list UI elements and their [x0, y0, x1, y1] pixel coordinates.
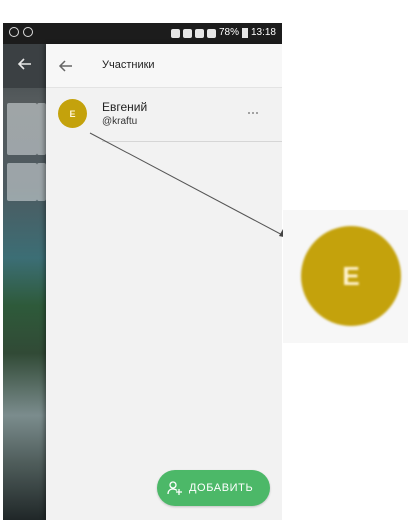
add-member-button[interactable]: ДОБАВИТЬ	[157, 470, 270, 506]
row-divider	[102, 141, 282, 142]
status-bar-left	[9, 27, 33, 37]
at-icon	[23, 27, 33, 37]
back-arrow-icon[interactable]	[56, 56, 76, 76]
background-card	[37, 163, 46, 201]
battery-icon	[241, 28, 248, 38]
battery-percent: 78%	[218, 27, 239, 38]
background-card	[7, 163, 37, 201]
signal-icon	[206, 28, 216, 38]
page-title: Участники	[102, 59, 155, 71]
background-card	[7, 103, 37, 155]
zoom-callout: E	[283, 210, 408, 343]
alarm-icon	[182, 28, 192, 38]
status-bar: 78% 13:18	[3, 23, 282, 44]
sync-icon	[9, 27, 19, 37]
background-card	[37, 103, 46, 155]
member-name: Евгений	[102, 100, 148, 114]
phone-screen: 78% 13:18 Участники E Евгений @kraftu ДО…	[3, 23, 282, 520]
members-panel: Участники E Евгений @kraftu ДОБАВИТЬ	[46, 44, 282, 520]
add-member-label: ДОБАВИТЬ	[189, 482, 254, 494]
add-user-icon	[167, 481, 182, 495]
background-back-icon[interactable]	[15, 54, 35, 74]
avatar-initial: E	[69, 108, 76, 119]
zoomed-avatar: E	[301, 226, 401, 326]
wifi-icon	[194, 28, 204, 38]
zoomed-avatar-initial: E	[342, 260, 360, 291]
panel-header: Участники	[46, 44, 282, 88]
member-username: @kraftu	[102, 116, 138, 127]
clock: 13:18	[250, 27, 276, 38]
mute-icon	[170, 28, 180, 38]
more-options-icon[interactable]	[248, 108, 264, 118]
member-row[interactable]: E Евгений @kraftu	[46, 89, 282, 141]
avatar[interactable]: E	[58, 99, 87, 128]
status-bar-right: 78% 13:18	[170, 27, 276, 39]
